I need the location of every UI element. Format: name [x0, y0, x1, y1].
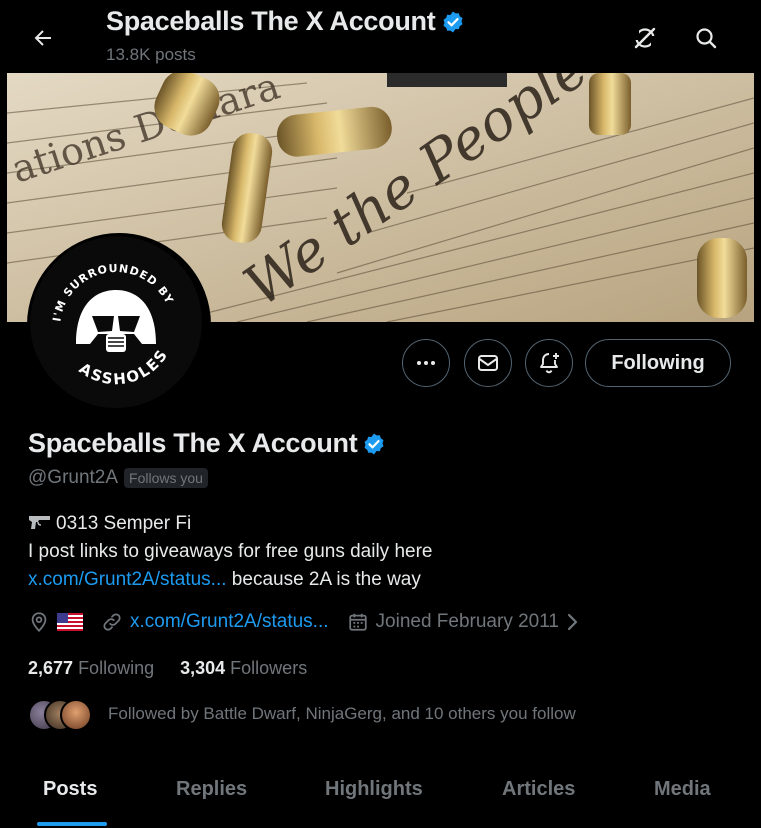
profile-avatar[interactable]: I'M SURROUNDED BY ASSHOLES	[27, 233, 211, 417]
followed-by-text: Followed by Battle Dwarf, NinjaGerg, and…	[108, 704, 576, 723]
calendar-icon	[348, 613, 367, 631]
profile-page: Spaceballs The X Account 13.8K posts ati…	[5, 0, 755, 828]
post-count: 13.8K posts	[106, 45, 196, 64]
following-button[interactable]: Following	[585, 339, 731, 387]
more-icon	[417, 361, 435, 365]
followers-stat[interactable]: 3,304 Followers	[180, 658, 307, 679]
chevron-right-icon	[567, 613, 578, 631]
tab-posts[interactable]: Posts	[43, 778, 97, 801]
profile-header: Spaceballs The X Account 13.8K posts	[5, 0, 755, 72]
location-item	[28, 611, 83, 633]
profile-name-row: Spaceballs The X Account	[28, 428, 386, 459]
message-icon	[478, 355, 498, 371]
website-item: x.com/Grunt2A/status...	[101, 611, 329, 633]
notifications-button[interactable]	[525, 339, 573, 387]
following-count: 2,677	[28, 658, 74, 678]
verified-badge-icon	[443, 11, 463, 32]
verified-badge-icon[interactable]	[362, 432, 386, 456]
following-stat[interactable]: 2,677 Following	[28, 658, 154, 679]
back-button[interactable]	[29, 24, 57, 52]
followed-by-row[interactable]: Followed by Battle Dwarf, NinjaGerg, and…	[28, 697, 576, 731]
bio-text-3: because 2A is the way	[226, 569, 421, 590]
tab-articles[interactable]: Articles	[502, 778, 575, 801]
bio-line-3: x.com/Grunt2A/status... because 2A is th…	[28, 566, 728, 594]
followed-by-avatars	[28, 697, 92, 731]
profile-bio: 0313 Semper Fi I post links to giveaways…	[28, 510, 728, 594]
bio-link[interactable]: x.com/Grunt2A/status...	[28, 569, 227, 590]
following-label: Following	[78, 658, 155, 678]
profile-handle: @Grunt2A	[28, 467, 119, 488]
grok-icon	[633, 27, 657, 49]
grok-button[interactable]	[629, 22, 661, 54]
follow-stats: 2,677 Following 3,304 Followers	[28, 658, 307, 679]
more-button[interactable]	[402, 339, 450, 387]
tab-media[interactable]: Media	[654, 778, 711, 801]
follows-you-badge: Follows you	[124, 468, 208, 488]
message-button[interactable]	[464, 339, 512, 387]
search-button[interactable]	[690, 22, 722, 54]
followers-count: 3,304	[180, 658, 226, 678]
link-icon	[103, 613, 121, 631]
bio-text-2: I post links to giveaways for free guns …	[28, 541, 433, 562]
tab-highlights[interactable]: Highlights	[325, 778, 423, 801]
back-arrow-icon	[34, 30, 51, 46]
pistol-icon	[29, 516, 50, 529]
active-tab-indicator	[37, 822, 107, 826]
tab-replies[interactable]: Replies	[176, 778, 247, 801]
search-icon	[696, 28, 717, 49]
followers-label: Followers	[230, 658, 308, 678]
header-title: Spaceballs The X Account	[106, 6, 465, 37]
joined-item[interactable]: Joined February 2011	[347, 611, 580, 633]
profile-handle-row: @Grunt2A Follows you	[28, 467, 208, 489]
profile-name: Spaceballs The X Account	[28, 428, 358, 458]
profile-meta: x.com/Grunt2A/status... Joined February …	[28, 607, 598, 637]
website-link[interactable]: x.com/Grunt2A/status...	[130, 611, 329, 633]
us-flag-icon	[57, 613, 83, 631]
notification-bell-icon	[540, 353, 559, 374]
avatar	[60, 699, 92, 731]
bio-line-1: 0313 Semper Fi	[28, 510, 728, 538]
joined-date: Joined February 2011	[375, 611, 559, 632]
profile-tabs: Posts Replies Highlights Articles Media	[5, 760, 755, 828]
location-icon	[31, 612, 47, 632]
header-name: Spaceballs The X Account	[106, 6, 436, 36]
bio-text-1: 0313 Semper Fi	[56, 513, 192, 534]
